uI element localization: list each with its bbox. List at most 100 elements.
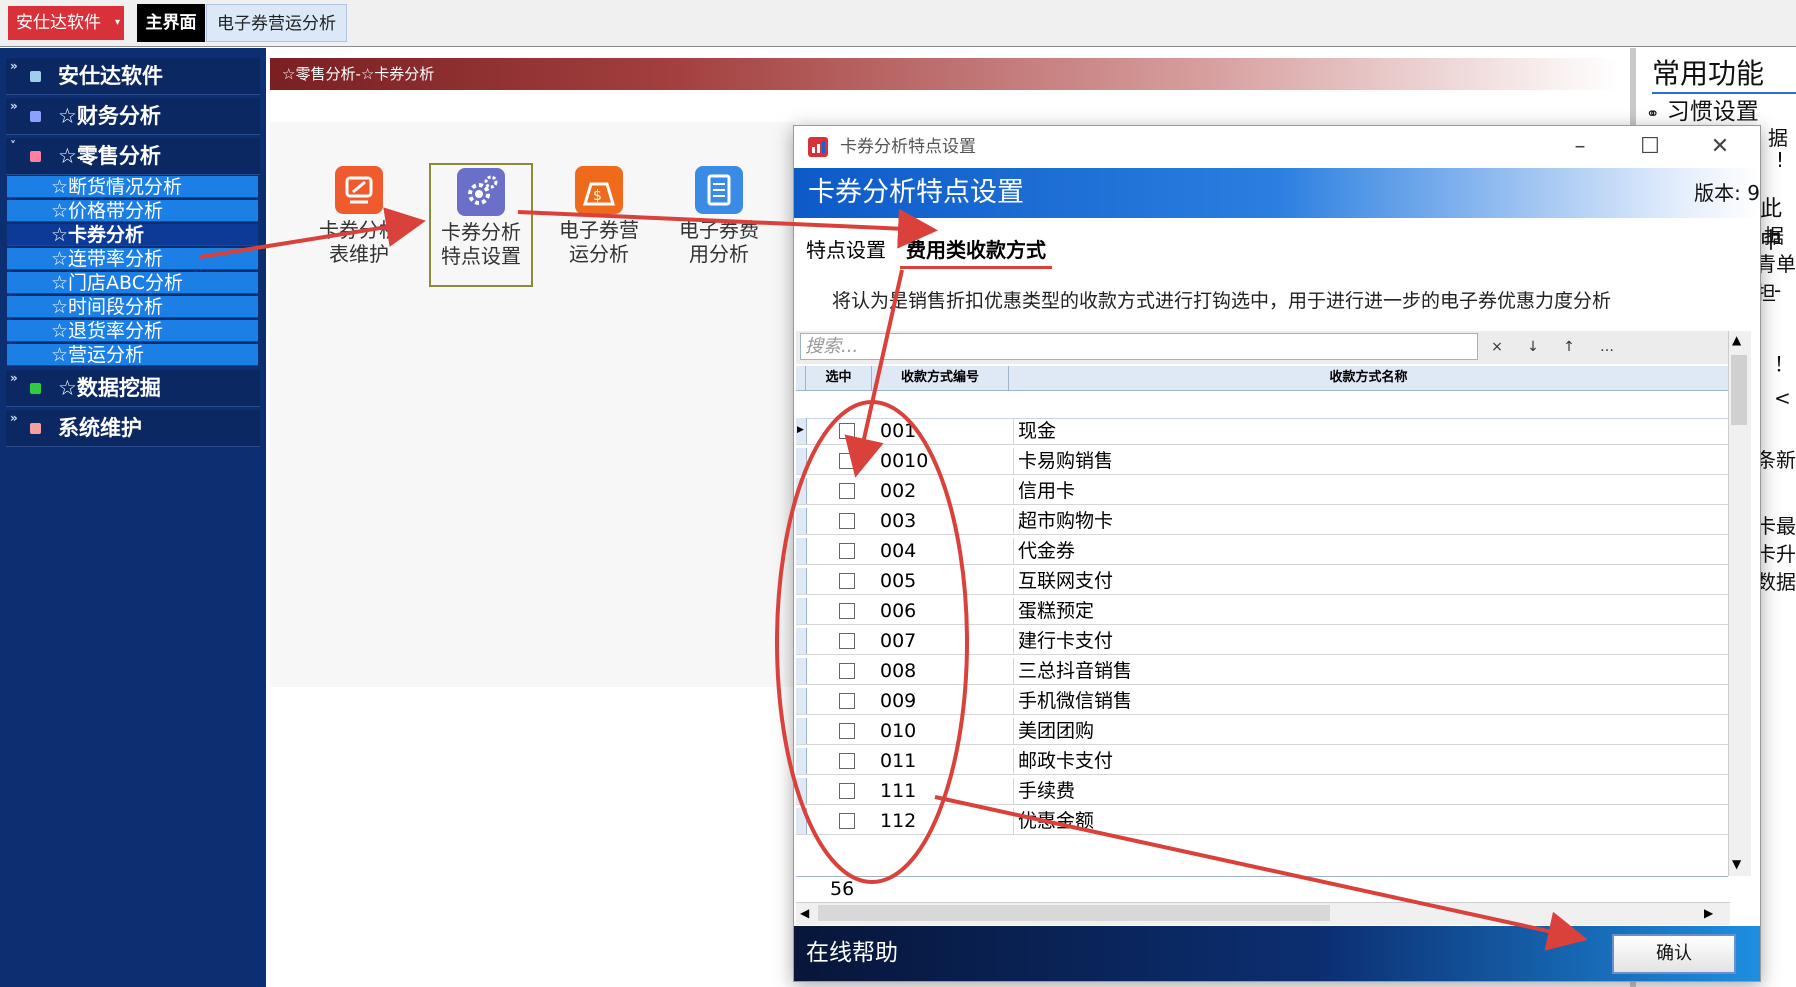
row-checkbox[interactable] [839,483,855,499]
sidebar-item-finance[interactable]: » ☆财务分析 [6,98,260,135]
sidebar: » 安仕达软件 » ☆财务分析 ˅ ☆零售分析 ☆断货情况分析 ☆价格带分析 ☆… [0,48,266,987]
sidebar-subitem-coupon[interactable]: ☆卡券分析 [7,224,258,246]
function-card-coupon-expense[interactable]: 电子券费 用分析 [669,166,769,286]
table-row[interactable]: 111 手续费 [796,778,1728,805]
table-row[interactable]: 008 三总抖音销售 [796,658,1728,685]
filter-row[interactable] [796,390,1728,419]
news-fragment: - [1774,278,1782,302]
table-row[interactable]: 004 代金券 [796,538,1728,565]
payment-name: 代金券 [1013,538,1075,564]
horizontal-scrollbar[interactable]: ◀ ▶ [796,902,1730,925]
row-checkbox[interactable] [839,603,855,619]
sidebar-item-retail[interactable]: ˅ ☆零售分析 [6,138,260,175]
row-indicator [796,628,807,654]
table-row[interactable]: 007 建行卡支付 [796,628,1728,655]
payment-code: 008 [880,660,917,682]
dialog-description: 将认为是销售折扣优惠类型的收款方式进行打钩选中，用于进行进一步的电子券优惠力度分… [832,290,1612,312]
scroll-right-icon[interactable]: ▶ [1704,906,1713,920]
row-checkbox[interactable] [839,633,855,649]
news-fragment: 卡最 [1756,514,1796,538]
function-card-coupon-operations[interactable]: $ 电子券营 运分析 [549,166,649,286]
table-row[interactable]: 002 信用卡 [796,478,1728,505]
sidebar-item-system[interactable]: » 系统维护 [6,410,260,447]
row-indicator: ▶ [796,418,807,444]
sidebar-subitem-operations[interactable]: ☆营运分析 [7,344,258,366]
habit-settings-label: 习惯设置 [1666,99,1759,125]
payment-code: 001 [880,420,917,442]
row-checkbox[interactable] [839,693,855,709]
sidebar-subitem-store-abc[interactable]: ☆门店ABC分析 [7,272,258,294]
row-indicator [796,658,807,684]
tab-feature-settings[interactable]: 特点设置 [806,234,886,266]
payment-name: 信用卡 [1013,478,1075,504]
table-row[interactable]: 005 互联网支付 [796,568,1728,595]
row-checkbox[interactable] [839,573,855,589]
maximize-icon[interactable]: ☐ [1620,126,1680,168]
sidebar-item-data-mining[interactable]: » ☆数据挖掘 [6,370,260,407]
table-row[interactable]: 006 蛋糕预定 [796,598,1728,625]
scroll-up-icon[interactable]: ▲ [1732,333,1741,347]
row-checkbox[interactable] [839,783,855,799]
online-help-link[interactable]: 在线帮助 [806,926,898,981]
app-menu-button[interactable]: 安仕达软件 ▾ [8,6,124,40]
expand-chevron-icon: » [10,371,18,385]
habit-settings-link[interactable]: ⚭ 习惯设置 [1646,92,1759,126]
tab-expense-payment-methods[interactable]: 费用类收款方式 [900,234,1052,269]
column-header-name[interactable]: 收款方式名称 [1009,366,1728,390]
module-icon [30,423,41,434]
scroll-thumb[interactable] [1731,355,1747,425]
vertical-scrollbar[interactable]: ▲ ▼ [1728,331,1751,876]
table-row[interactable]: ▶ 001 现金 [796,418,1728,445]
payment-name: 卡易购销售 [1013,448,1113,474]
row-indicator [796,718,807,744]
scroll-left-icon[interactable]: ◀ [800,906,809,920]
row-checkbox[interactable] [839,723,855,739]
sidebar-subitem-price-band[interactable]: ☆价格带分析 [7,200,258,222]
close-icon[interactable]: ✕ [1690,126,1750,168]
row-indicator [796,688,807,714]
row-checkbox[interactable] [839,663,855,679]
payment-name: 超市购物卡 [1013,508,1113,534]
function-card-feature-settings[interactable]: 卡券分析 特点设置 [429,163,533,287]
table-row[interactable]: 112 优惠金额 [796,808,1728,835]
row-checkbox[interactable] [839,453,855,469]
tab-coupon-analysis[interactable]: 电子券营运分析 [206,4,347,42]
table-row[interactable]: 011 邮政卡支付 [796,748,1728,775]
table-row[interactable]: 009 手机微信销售 [796,688,1728,715]
function-label-line2: 用分析 [689,242,749,266]
clear-icon[interactable]: × [1482,333,1512,361]
sidebar-item-ansida[interactable]: » 安仕达软件 [6,58,260,95]
function-card-table-maintenance[interactable]: 卡券分析 表维护 [309,166,409,286]
payment-name: 三总抖音销售 [1013,658,1132,684]
search-input[interactable]: 搜索... [800,333,1478,360]
sidebar-subitem-time-slot[interactable]: ☆时间段分析 [7,296,258,318]
sidebar-subitem-stockout[interactable]: ☆断货情况分析 [7,176,258,198]
row-checkbox[interactable] [839,753,855,769]
grid-toolbar: 搜索... × ↓ ↑ … [796,331,1728,364]
chevron-down-icon: ▾ [114,17,120,28]
row-checkbox[interactable] [839,423,855,439]
dialog-header: 卡券分析特点设置 版本: 9 [794,168,1760,218]
payment-name: 现金 [1013,418,1056,444]
scroll-thumb[interactable] [818,905,1330,921]
minimize-icon[interactable]: – [1550,126,1610,168]
arrow-down-icon[interactable]: ↓ [1518,333,1548,361]
column-header-selected[interactable]: 选中 [806,366,872,390]
table-row[interactable]: 003 超市购物卡 [796,508,1728,535]
sidebar-subitem-attach-rate[interactable]: ☆连带率分析 [7,248,258,270]
module-icon [30,111,41,122]
row-checkbox[interactable] [839,543,855,559]
row-checkbox[interactable] [839,513,855,529]
dialog-footer: 在线帮助 确认 [794,926,1760,981]
column-header-code[interactable]: 收款方式编号 [872,366,1009,390]
money-bag-icon: $ [575,166,623,214]
arrow-up-icon[interactable]: ↑ [1554,333,1584,361]
row-checkbox[interactable] [839,813,855,829]
table-row[interactable]: 010 美团团购 [796,718,1728,745]
sidebar-subitem-return-rate[interactable]: ☆退货率分析 [7,320,258,342]
tab-main-screen[interactable]: 主界面 [137,4,205,42]
scroll-down-icon[interactable]: ▼ [1732,857,1741,871]
table-row[interactable]: 0010 卡易购销售 [796,448,1728,475]
more-icon[interactable]: … [1592,333,1622,361]
confirm-button[interactable]: 确认 [1612,934,1736,974]
